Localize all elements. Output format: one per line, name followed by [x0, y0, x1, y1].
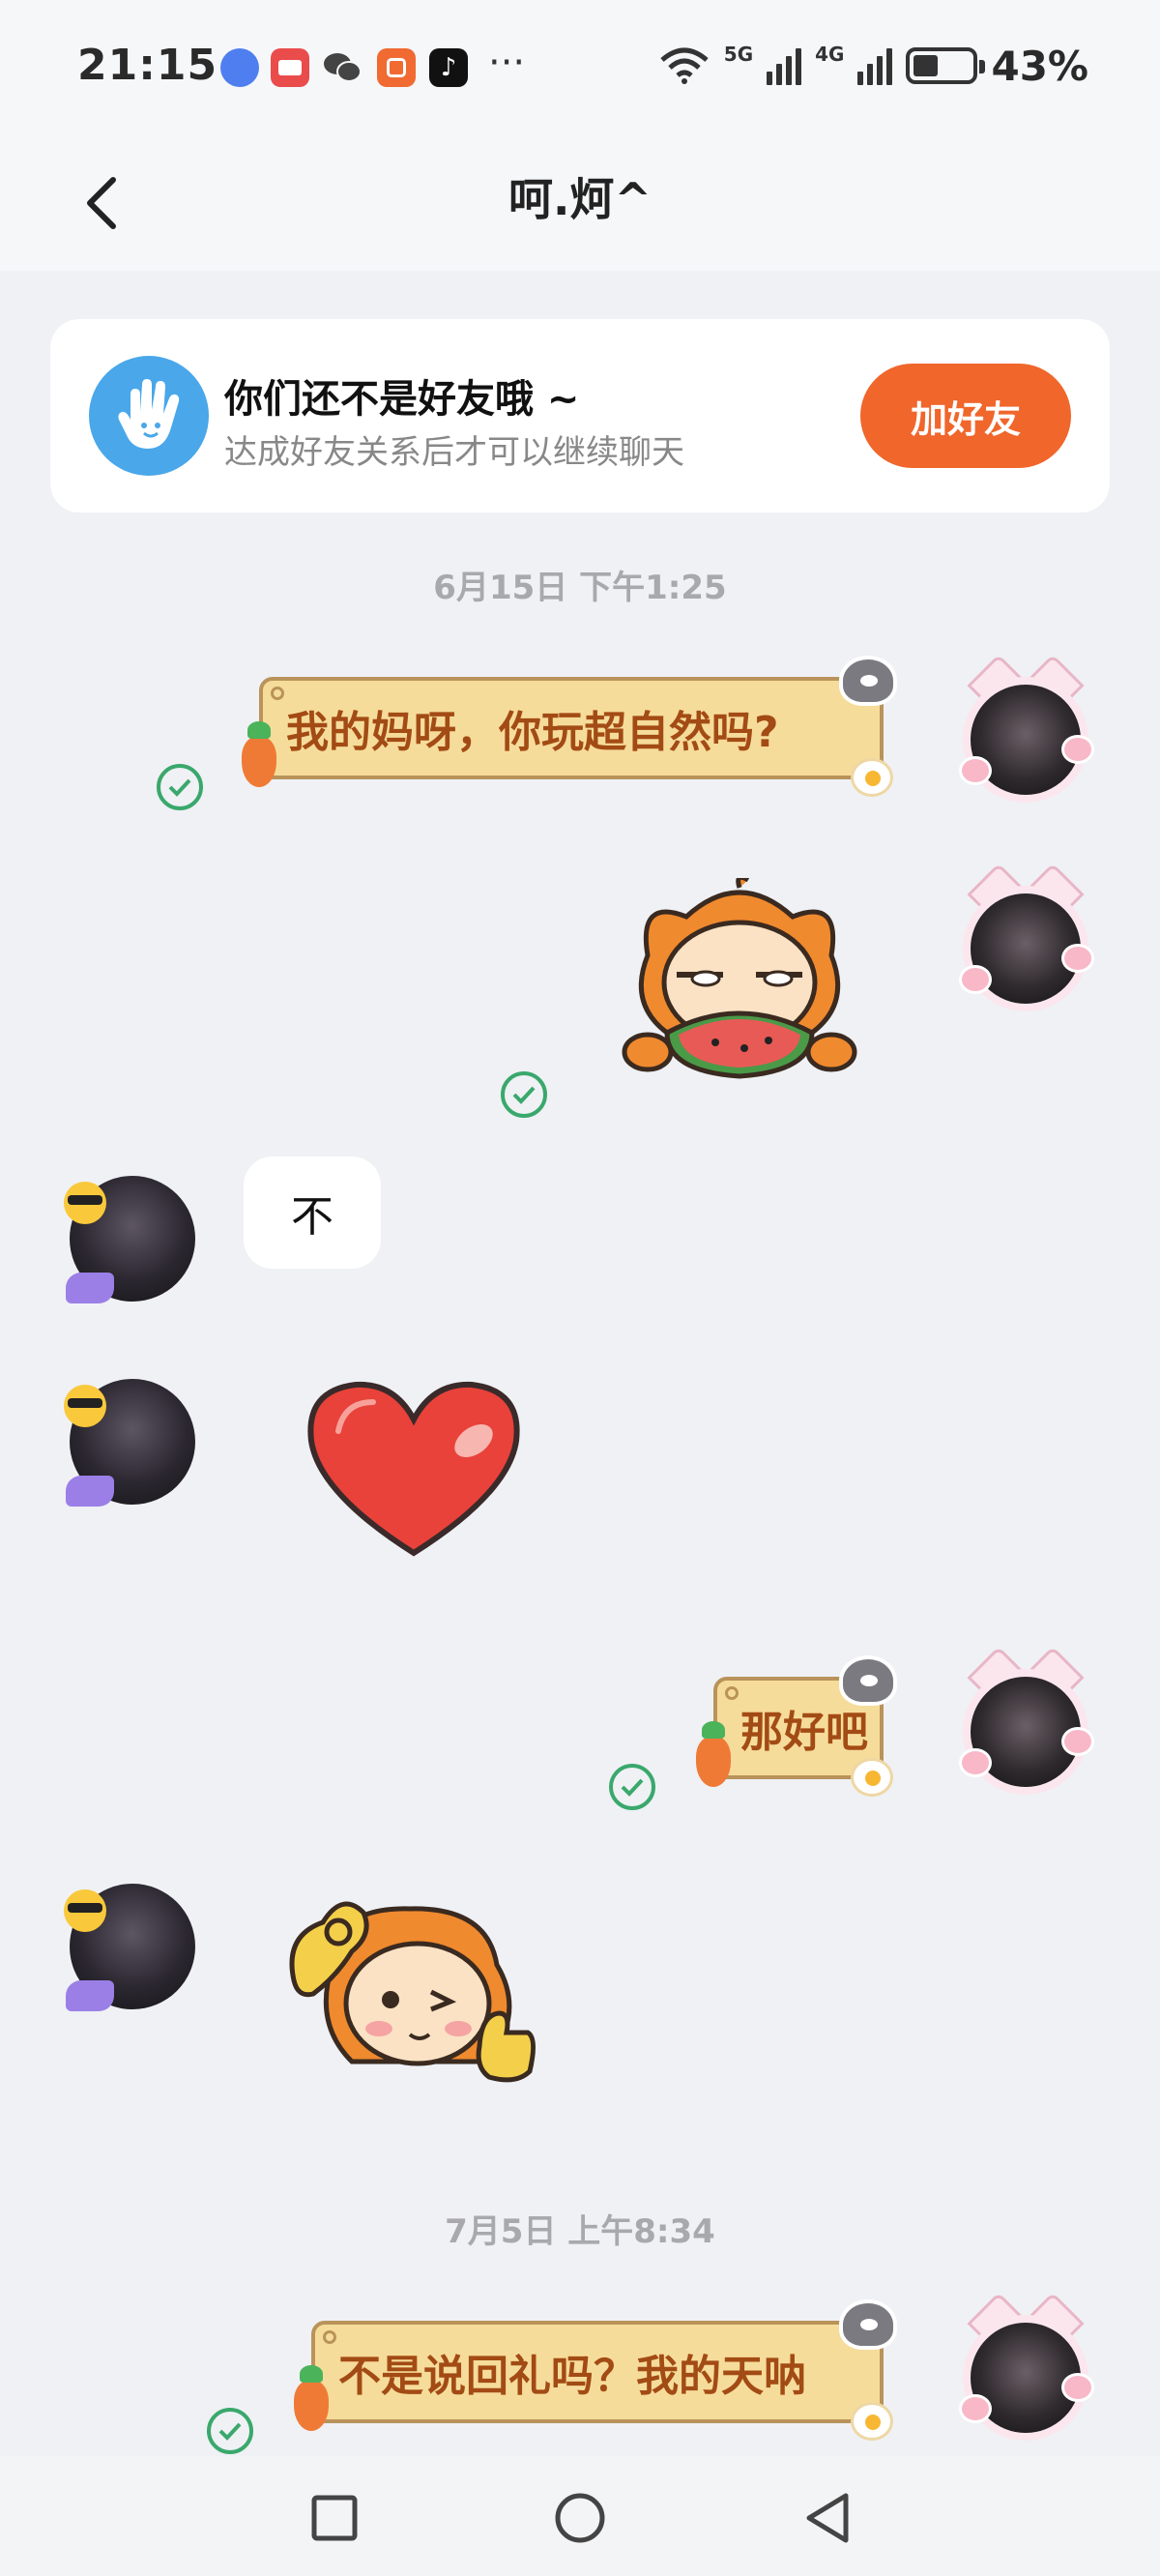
triangle-back-icon [806, 2493, 849, 2543]
read-check-icon [609, 1764, 655, 1810]
carrot-decoration [696, 1721, 731, 1787]
red-app-icon [271, 48, 309, 87]
paw-right [1061, 2373, 1094, 2402]
contact-avatar[interactable] [64, 1884, 195, 2011]
sunglasses-emoji-icon [64, 1182, 106, 1224]
my-avatar[interactable] [959, 654, 1094, 803]
back-nav-button[interactable] [800, 2491, 855, 2545]
wechat-app-icon [323, 48, 362, 87]
egg-decoration [851, 758, 893, 797]
paw-left [959, 965, 992, 994]
carrot-decoration [294, 2365, 329, 2431]
5g-label: 5G [723, 43, 754, 66]
friend-card-subtitle: 达成好友关系后才可以继续聊天 [224, 433, 684, 472]
message-bubble-sent[interactable]: 不是说回礼吗？我的天呐 [294, 2299, 897, 2441]
watermelon-cat-sticker[interactable] [619, 874, 860, 1100]
message-text: 那好吧 [740, 1708, 868, 1757]
paw-right [1061, 944, 1094, 973]
pin-decoration [323, 2330, 336, 2344]
message-text: 我的妈呀，你玩超自然吗? [286, 708, 779, 757]
paw-right [1061, 735, 1094, 764]
chat-title: 呵.炣^ [508, 173, 652, 225]
toy-decoration [66, 1273, 114, 1303]
pin-decoration [725, 1686, 739, 1700]
cat-decoration [839, 656, 897, 706]
status-bar: 21:15 ♪ ··· 5G 4G 43% [0, 0, 1160, 135]
egg-decoration [851, 2402, 893, 2441]
battery-level-fill [914, 55, 939, 76]
contact-avatar[interactable] [64, 1176, 195, 1303]
signal-5g-icon [767, 46, 802, 85]
paw-left [959, 1748, 992, 1777]
chat-header: 呵.炣^ [0, 135, 1160, 271]
message-text: 不 [291, 1192, 334, 1242]
battery-percent: 43% [991, 42, 1088, 90]
carrot-decoration [242, 721, 276, 787]
square-icon [311, 2495, 358, 2541]
battery-icon [906, 47, 986, 84]
message-bubble-received[interactable]: 不 [244, 1156, 381, 1269]
home-button[interactable] [553, 2491, 607, 2545]
contact-avatar[interactable] [64, 1379, 195, 1507]
my-avatar[interactable] [959, 2292, 1094, 2441]
egg-decoration [851, 1758, 893, 1797]
my-avatar[interactable] [959, 1646, 1094, 1795]
more-notifications-icon: ··· [488, 41, 526, 85]
sunglasses-emoji-icon [64, 1385, 106, 1427]
signal-4g-icon [857, 46, 893, 85]
my-avatar[interactable] [959, 863, 1094, 1011]
sunglasses-emoji-icon [64, 1889, 106, 1932]
wave-hand-icon [89, 356, 209, 476]
system-navigation-bar [0, 2456, 1160, 2576]
tiktok-app-icon: ♪ [429, 48, 468, 87]
message-text: 不是说回礼吗？我的天呐 [338, 2352, 806, 2401]
paw-right [1061, 1727, 1094, 1756]
read-check-icon [207, 2408, 253, 2454]
heart-sticker[interactable] [300, 1373, 528, 1563]
paw-left [959, 756, 992, 785]
wifi-icon [660, 47, 709, 84]
cat-decoration [839, 1655, 897, 1706]
status-indicators: 5G 4G 43% [658, 39, 1088, 93]
recent-apps-button[interactable] [307, 2491, 362, 2545]
read-check-icon [157, 764, 203, 810]
not-friends-card: 你们还不是好友哦 ~ 达成好友关系后才可以继续聊天 加好友 [50, 319, 1110, 512]
timestamp: 7月5日 上午8:34 [445, 2212, 715, 2251]
message-bubble-sent[interactable]: 我的妈呀，你玩超自然吗? [242, 656, 897, 797]
add-friend-button[interactable]: 加好友 [860, 364, 1071, 468]
paw-left [959, 2394, 992, 2423]
browser-app-icon [220, 48, 259, 87]
timestamp: 6月15日 下午1:25 [433, 569, 727, 607]
toy-decoration [66, 1476, 114, 1507]
4g-label: 4G [815, 43, 845, 66]
circle-icon [555, 2493, 605, 2543]
message-bubble-sent[interactable]: 那好吧 [696, 1655, 897, 1797]
ok-cat-sticker[interactable] [275, 1888, 545, 2091]
cat-decoration [839, 2299, 897, 2350]
friend-card-title: 你们还不是好友哦 ~ [224, 377, 580, 422]
orange-app-icon [377, 48, 416, 87]
status-time: 21:15 [77, 41, 218, 90]
toy-decoration [66, 1980, 114, 2011]
read-check-icon [501, 1071, 547, 1118]
pin-decoration [271, 687, 284, 700]
